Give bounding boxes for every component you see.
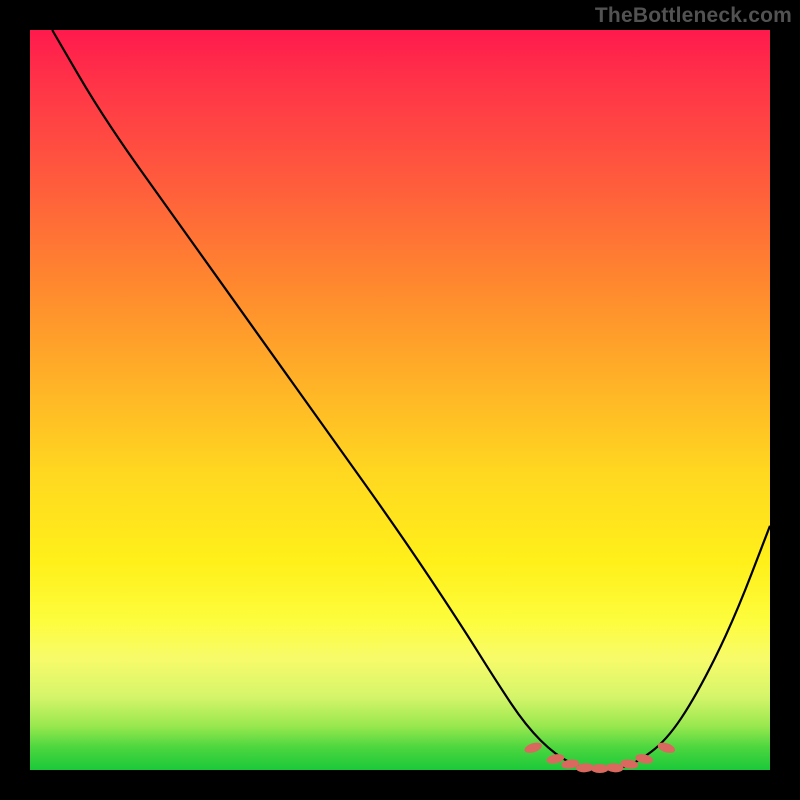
watermark-text: TheBottleneck.com (595, 4, 792, 28)
chart-frame: TheBottleneck.com (0, 0, 800, 800)
plot-area (30, 30, 770, 770)
curve-svg (30, 30, 770, 770)
optimal-marker (656, 741, 676, 755)
optimal-marker (523, 741, 543, 755)
bottleneck-curve (52, 30, 770, 770)
